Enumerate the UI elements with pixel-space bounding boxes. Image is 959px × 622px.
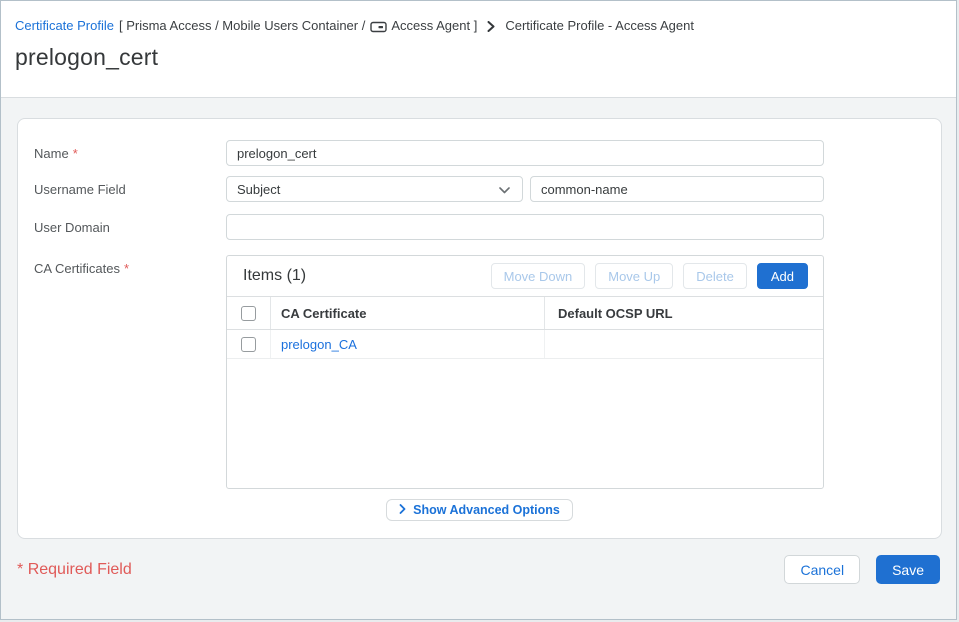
name-input[interactable] [226, 140, 824, 166]
page-header: Certificate Profile [ Prisma Access / Mo… [1, 1, 956, 98]
advanced-options-wrap: Show Advanced Options [18, 499, 941, 521]
username-field-row: Username Field Subject [34, 176, 941, 202]
required-field-note: * Required Field [17, 561, 132, 579]
username-field-label: Username Field [34, 182, 226, 197]
container-icon [370, 21, 387, 33]
footer-actions: Cancel Save [784, 555, 940, 584]
certificate-profile-page: Certificate Profile [ Prisma Access / Mo… [0, 0, 957, 620]
items-count-title: Items (1) [243, 267, 306, 285]
username-field-select[interactable]: Subject [226, 176, 523, 202]
select-all-checkbox[interactable] [241, 306, 256, 321]
cancel-button[interactable]: Cancel [784, 555, 860, 584]
username-field-controls: Subject [226, 176, 824, 202]
select-all-cell [227, 297, 271, 329]
ca-certificates-panel-header: Items (1) Move Down Move Up Delete Add [227, 256, 823, 297]
column-header-default-ocsp-url: Default OCSP URL [545, 297, 823, 329]
page-title: prelogon_cert [15, 44, 956, 71]
breadcrumb-current: Certificate Profile - Access Agent [505, 18, 694, 33]
username-field-selected-value: Subject [237, 182, 280, 197]
save-button[interactable]: Save [876, 555, 940, 584]
row-checkbox[interactable] [241, 337, 256, 352]
panel-actions: Move Down Move Up Delete Add [491, 263, 808, 289]
name-row: Name* [34, 140, 941, 166]
add-button[interactable]: Add [757, 263, 808, 289]
page-footer: * Required Field Cancel Save [17, 555, 940, 584]
chevron-right-icon [399, 503, 406, 517]
breadcrumb: Certificate Profile [ Prisma Access / Mo… [1, 1, 956, 33]
show-advanced-options-button[interactable]: Show Advanced Options [386, 499, 573, 521]
default-ocsp-url-cell [545, 330, 823, 358]
ca-certificate-cell: prelogon_CA [271, 330, 545, 358]
move-up-button[interactable]: Move Up [595, 263, 673, 289]
name-label: Name* [34, 146, 226, 161]
table-row: prelogon_CA [227, 330, 823, 359]
user-domain-row: User Domain [34, 214, 941, 240]
chevron-down-icon [499, 182, 510, 197]
delete-button[interactable]: Delete [683, 263, 747, 289]
table-header-row: CA Certificate Default OCSP URL [227, 297, 823, 330]
form-card: Name* Username Field Subject [17, 118, 942, 539]
user-domain-input[interactable] [226, 214, 824, 240]
required-asterisk: * [124, 261, 129, 276]
ca-certificates-row: CA Certificates* Items (1) Move Down Mov… [34, 255, 941, 489]
main-content: Name* Username Field Subject [1, 118, 956, 620]
ca-certificates-panel: Items (1) Move Down Move Up Delete Add C… [226, 255, 824, 489]
breadcrumb-context-suffix: Access Agent ] [391, 18, 477, 33]
column-header-ca-certificate: CA Certificate [271, 297, 545, 329]
move-down-button[interactable]: Move Down [491, 263, 586, 289]
ca-certificate-link[interactable]: prelogon_CA [281, 337, 357, 352]
chevron-right-icon [487, 21, 495, 32]
breadcrumb-context-prefix: [ Prisma Access / Mobile Users Container… [119, 18, 365, 33]
username-field-value-input[interactable] [530, 176, 824, 202]
required-asterisk: * [17, 561, 23, 578]
user-domain-label: User Domain [34, 220, 226, 235]
row-checkbox-cell [227, 330, 271, 358]
ca-certificates-label: CA Certificates* [34, 255, 226, 276]
required-asterisk: * [73, 146, 78, 161]
show-advanced-options-label: Show Advanced Options [413, 503, 560, 517]
breadcrumb-link-certificate-profile[interactable]: Certificate Profile [15, 18, 114, 33]
